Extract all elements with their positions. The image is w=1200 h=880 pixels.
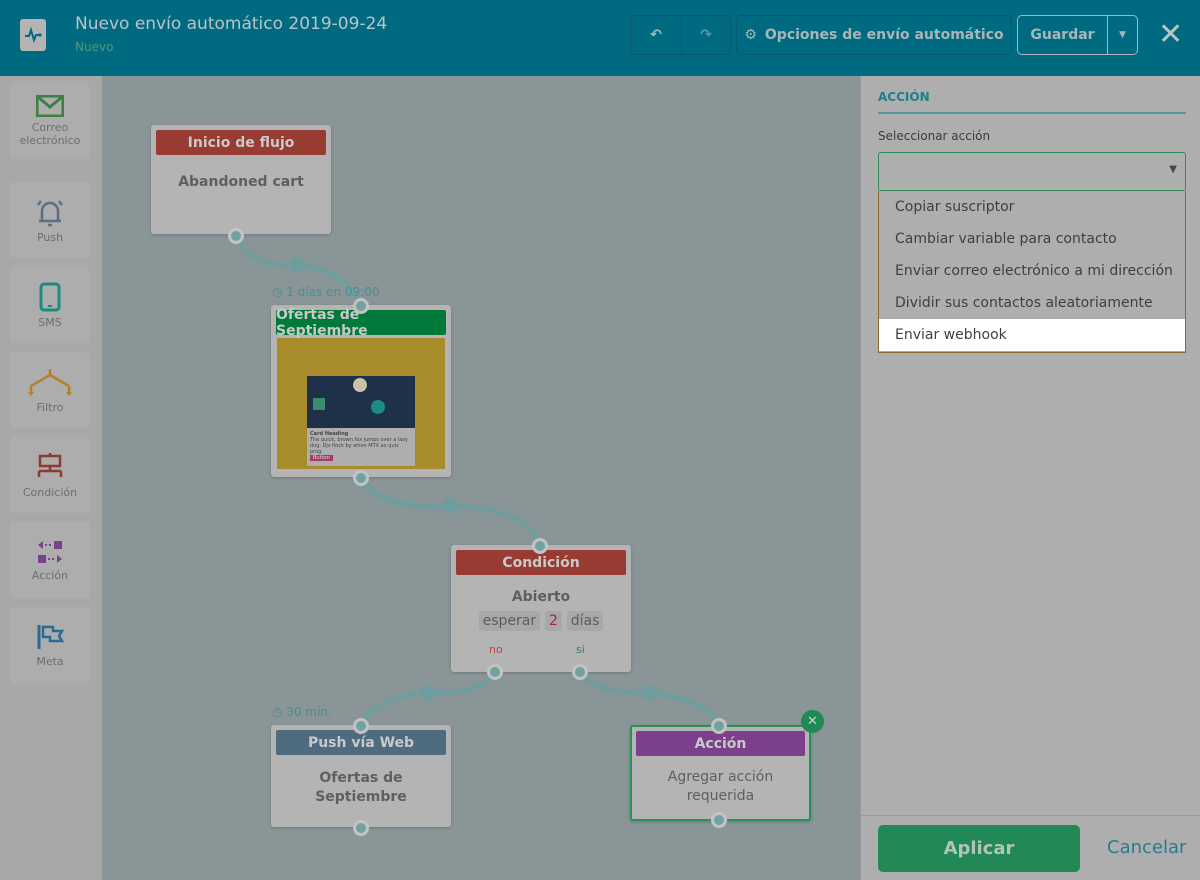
divider xyxy=(878,112,1186,114)
close-icon: ✕ xyxy=(807,714,818,729)
save-dropdown-button[interactable]: ▼ xyxy=(1107,15,1138,55)
action-options-list: Copiar suscriptor Cambiar variable para … xyxy=(878,191,1186,353)
node-header: Inicio de flujo xyxy=(156,130,326,155)
action-select[interactable]: ▼ xyxy=(878,152,1186,191)
wait-unit: días xyxy=(566,611,604,631)
option-send-webhook[interactable]: Enviar webhook xyxy=(879,319,1185,351)
panel-title: ACCIÓN xyxy=(878,90,930,104)
delay-text: 1 días en 09:00 xyxy=(286,285,380,299)
action-node[interactable]: Acción Agregar acción requerida xyxy=(630,725,811,821)
caret-down-icon: ▼ xyxy=(1119,30,1126,40)
wait-tag: esperar xyxy=(478,611,541,631)
close-button[interactable]: ✕ xyxy=(1158,17,1183,52)
connector-handle[interactable] xyxy=(228,228,244,244)
node-body: Abierto xyxy=(511,589,571,605)
branch-yes-label: si xyxy=(576,643,585,656)
caret-down-icon: ▼ xyxy=(1169,164,1177,175)
connector-handle[interactable] xyxy=(353,718,369,734)
connector-handle[interactable] xyxy=(353,470,369,486)
preview-button: Button xyxy=(310,455,333,461)
option-send-email-to-me[interactable]: Enviar correo electrónico a mi dirección xyxy=(879,255,1185,287)
connector-handle[interactable] xyxy=(532,538,548,554)
delay-text: 30 min. xyxy=(286,705,332,719)
preview-image xyxy=(307,376,415,428)
cancel-button[interactable]: Cancelar xyxy=(1107,837,1186,858)
action-panel: ACCIÓN Seleccionar acción ▼ Copiar suscr… xyxy=(860,76,1200,880)
wait-amount: 2 xyxy=(544,611,562,631)
preview-card: Card Heading The quick, brown fox jumps o… xyxy=(307,428,415,466)
option-split-random[interactable]: Dividir sus contactos aleatoriamente xyxy=(879,287,1185,319)
node-body: Agregar acción requerida xyxy=(667,769,774,804)
clock-icon: ◷ xyxy=(272,705,283,719)
preview-text: The quick, brown fox jumps over a lazy d… xyxy=(310,437,408,455)
node-body: Abandoned cart xyxy=(178,174,304,190)
email-node[interactable]: Ofertas de Septiembre Card Heading The qu… xyxy=(271,305,451,477)
option-change-variable[interactable]: Cambiar variable para contacto xyxy=(879,223,1185,255)
node-header: Acción xyxy=(636,731,805,756)
email-preview: Card Heading The quick, brown fox jumps o… xyxy=(277,338,445,469)
connector-handle[interactable] xyxy=(353,820,369,836)
save-button[interactable]: Guardar xyxy=(1017,15,1108,55)
connector-handle[interactable] xyxy=(487,664,503,680)
connector-handle[interactable] xyxy=(711,812,727,828)
delay-label: ◷ 30 min. xyxy=(272,705,332,719)
web-push-node[interactable]: Push vía Web Ofertas de Septiembre xyxy=(271,725,451,827)
branch-no-label: no xyxy=(489,643,503,656)
divider xyxy=(861,815,1200,816)
flow-start-node[interactable]: Inicio de flujo Abandoned cart xyxy=(151,125,331,234)
delay-label: ◷ 1 días en 09:00 xyxy=(272,285,380,299)
connector-handle[interactable] xyxy=(353,298,369,314)
option-copy-subscriber[interactable]: Copiar suscriptor xyxy=(879,191,1185,223)
clock-icon: ◷ xyxy=(272,285,283,299)
remove-node-button[interactable]: ✕ xyxy=(801,710,824,733)
node-body: Ofertas de Septiembre xyxy=(315,770,407,805)
connector-handle[interactable] xyxy=(711,718,727,734)
condition-node[interactable]: Condición Abierto esperar 2 días no si xyxy=(451,545,631,672)
apply-button[interactable]: Aplicar xyxy=(878,825,1080,872)
select-label: Seleccionar acción xyxy=(878,129,991,143)
connector-handle[interactable] xyxy=(572,664,588,680)
